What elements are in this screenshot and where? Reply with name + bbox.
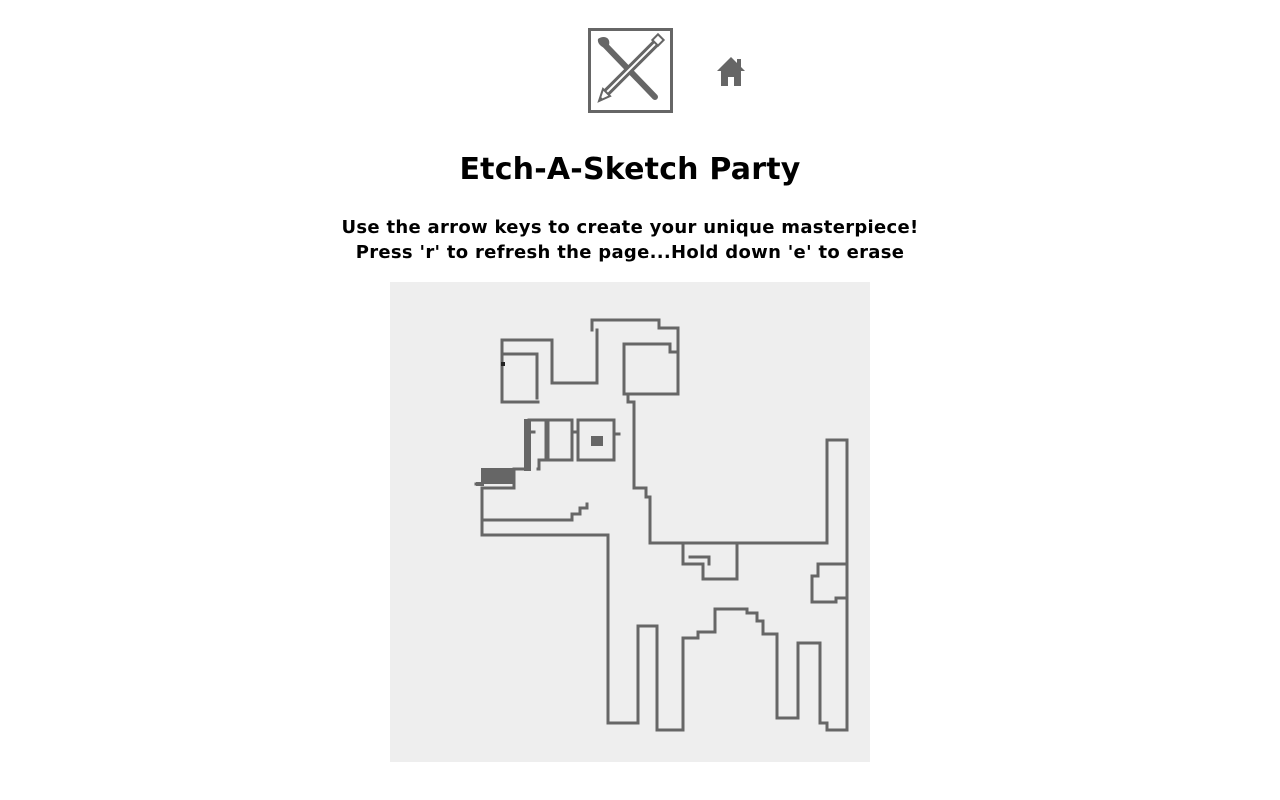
- page-title: Etch-A-Sketch Party: [459, 152, 801, 187]
- instruction-line-2: Press 'r' to refresh the page...Hold dow…: [355, 242, 905, 263]
- sketch-drawing: [474, 318, 849, 732]
- home-icon: [717, 57, 745, 86]
- sketch-cursor: [501, 362, 505, 366]
- paintbrush-pencil-cross-icon: [597, 32, 666, 103]
- instructions: Use the arrow keys to create your unique…: [0, 215, 1260, 265]
- home-button[interactable]: [714, 53, 748, 89]
- app-logo[interactable]: [588, 28, 673, 113]
- instruction-line-1: Use the arrow keys to create your unique…: [341, 217, 919, 238]
- sketch-board[interactable]: [390, 282, 870, 762]
